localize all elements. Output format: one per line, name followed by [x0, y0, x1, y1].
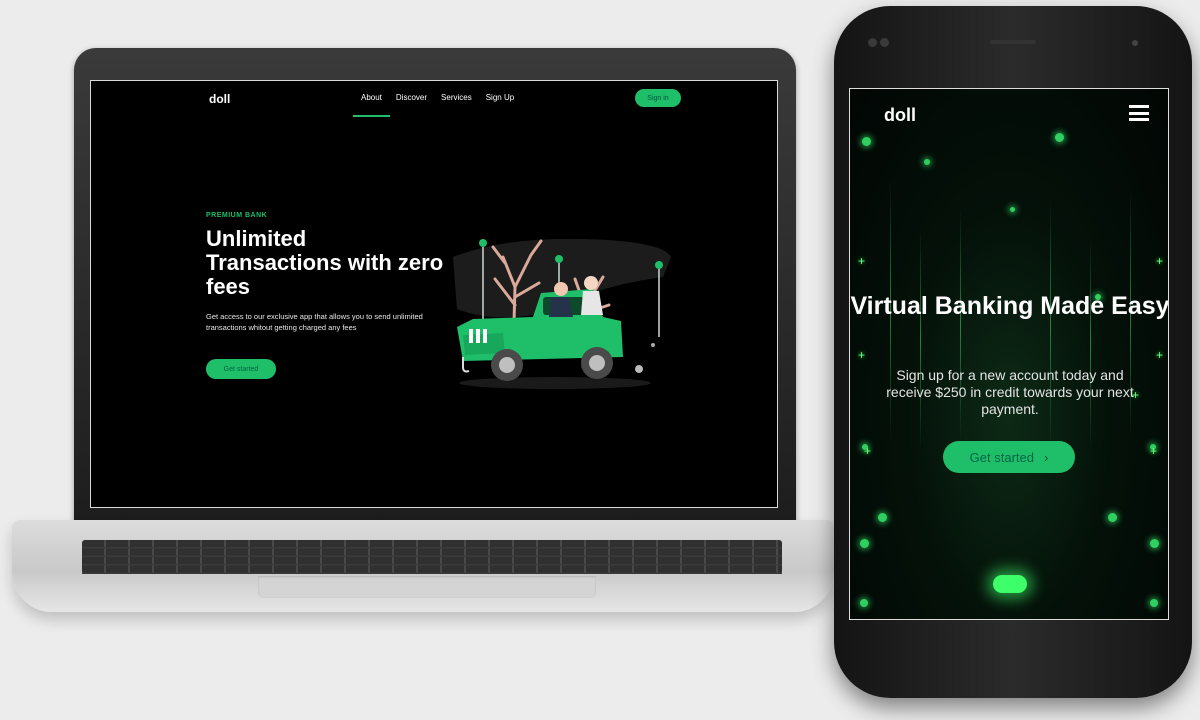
glow-dot [860, 599, 868, 607]
sign-in-button[interactable]: Sign in [635, 89, 681, 107]
mobile-hero-description: Sign up for a new account today and rece… [886, 367, 1134, 417]
phone-camera-secondary [880, 38, 889, 47]
phone-camera [868, 38, 877, 47]
phone-speaker [990, 40, 1036, 44]
jeep-illustration [453, 238, 671, 389]
sparkle-icon: + [1156, 348, 1164, 362]
sparkle-icon: + [1150, 444, 1158, 458]
sparkle-icon: + [858, 348, 866, 362]
hero-eyebrow: PREMIUM BANK [206, 212, 268, 219]
glow-dot [862, 137, 871, 146]
glow-dot [878, 513, 887, 522]
glow-dot [1108, 513, 1117, 522]
laptop-keyboard-rows [82, 540, 782, 574]
chevron-right-icon: › [1043, 449, 1049, 465]
nav-link-sign-up[interactable]: Sign Up [486, 93, 514, 102]
nav-link-services[interactable]: Services [441, 93, 472, 102]
glow-dot [1150, 539, 1159, 548]
laptop-navbar: doll About Discover Services Sign Up Sig… [91, 81, 777, 121]
laptop-screen: doll About Discover Services Sign Up Sig… [90, 80, 778, 508]
nav-link-discover[interactable]: Discover [396, 93, 427, 102]
glow-dot [860, 539, 869, 548]
glow-orb [993, 575, 1027, 593]
mobile-get-started-button[interactable]: Get started › [943, 441, 1075, 473]
glow-dot [1150, 599, 1158, 607]
hamburger-icon[interactable] [1129, 105, 1149, 121]
glow-dot [1010, 207, 1015, 212]
laptop-nav-links: About Discover Services Sign Up [353, 93, 514, 117]
nav-link-about[interactable]: About [353, 93, 390, 117]
glow-dot [1055, 133, 1064, 142]
mobile-hero-title: Virtual Banking Made Easy [850, 292, 1169, 320]
get-started-button[interactable]: Get started [206, 359, 276, 379]
sparkle-icon: + [858, 254, 866, 268]
mobile-get-started-label: Get started [969, 449, 1034, 465]
sparkle-icon: + [1156, 254, 1164, 268]
sparkle-icon: + [864, 444, 872, 458]
mobile-brand-logo[interactable]: doll [884, 105, 916, 126]
laptop-trackpad [258, 576, 596, 598]
phone-sensor [1132, 40, 1138, 46]
hero-description: Get access to our exclusive app that all… [206, 312, 423, 332]
glow-dot [924, 159, 930, 165]
sign-in-label: Sign in [647, 94, 669, 102]
phone-screen: + + + + + + + doll Virtual Banking Made … [849, 88, 1169, 620]
laptop-brand-logo[interactable]: doll [209, 92, 230, 106]
hero-title: Unlimited Transactions with zero fees [206, 226, 444, 299]
